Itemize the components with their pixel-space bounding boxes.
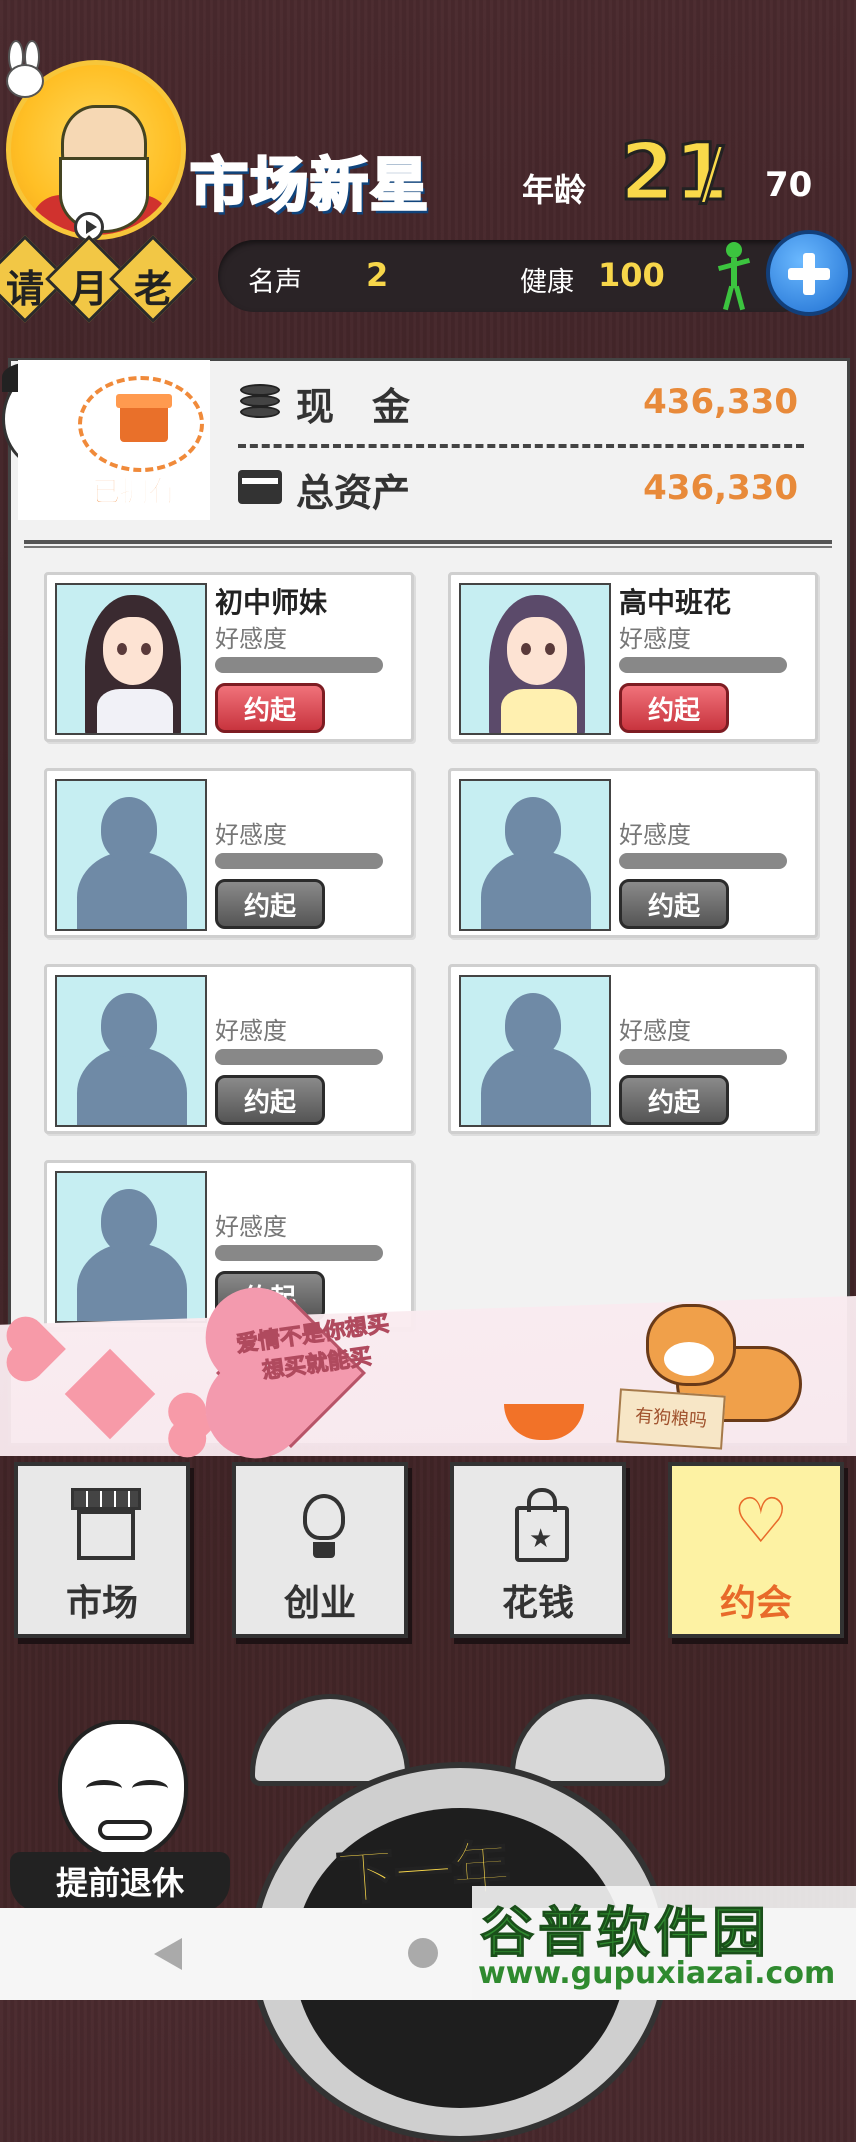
date-button[interactable]: 约起 (215, 683, 325, 733)
locked-silhouette (459, 975, 611, 1127)
favor-bar (215, 1245, 383, 1261)
girl-card[interactable]: 初中师妹 好感度 约起 (44, 572, 414, 742)
ask-char: 老 (133, 267, 172, 311)
fame-value: 2 (366, 256, 389, 294)
box-icon (78, 376, 204, 472)
dog-sign: 有狗粮吗 (616, 1388, 726, 1450)
tab-label: 约会 (719, 1583, 792, 1624)
girl-portrait (55, 583, 207, 735)
shop-icon (71, 1488, 141, 1564)
favor-bar (619, 853, 787, 869)
tab-spend[interactable]: ★ 花钱 (450, 1462, 626, 1638)
divider (238, 444, 804, 448)
assets-label: 总资产 (296, 471, 411, 515)
page-title: 市场新星 (188, 150, 431, 221)
cash-label: 现 金 (296, 385, 411, 429)
ask-char: 月 (69, 267, 108, 311)
favor-label: 好感度 (619, 821, 691, 849)
back-icon[interactable] (154, 1938, 182, 1970)
tab-market[interactable]: 市场 (14, 1462, 190, 1638)
cash-value: 436,330 (643, 382, 798, 422)
coins-icon (240, 384, 280, 424)
watermark-url: www.gupuxiazai.com (478, 1956, 836, 1991)
tab-startup[interactable]: 创业 (232, 1462, 408, 1638)
locked-silhouette (55, 1171, 207, 1323)
shopping-bag-icon: ★ (507, 1488, 577, 1564)
girl-name: 初中师妹 (215, 586, 328, 619)
favor-bar (215, 1049, 383, 1065)
add-health-button[interactable] (766, 230, 852, 316)
favor-bar (619, 1049, 787, 1065)
matchmaker-avatar[interactable] (0, 40, 196, 250)
favor-bar (619, 657, 787, 673)
locked-silhouette (55, 975, 207, 1127)
tab-dating[interactable]: ♡ 约会 (668, 1462, 844, 1638)
health-value: 100 (598, 256, 665, 294)
girl-name: 高中班花 (619, 586, 732, 619)
age-label: 年龄 (522, 171, 587, 209)
girl-portrait (459, 583, 611, 735)
favor-label: 好感度 (215, 821, 287, 849)
owned-tab[interactable]: 已拥有 (18, 360, 210, 520)
girl-card[interactable]: 好感度约起 (44, 768, 414, 938)
assets-value: 436,330 (643, 468, 798, 508)
favor-label: 好感度 (619, 1017, 691, 1045)
favor-bar (215, 657, 383, 673)
girl-card[interactable]: 好感度约起 (448, 768, 818, 938)
girl-card[interactable]: 高中班花 好感度 约起 (448, 572, 818, 742)
favor-label: 好感度 (215, 1017, 287, 1045)
favor-label: 好感度 (215, 1213, 287, 1241)
retire-label: 提前退休 (55, 1864, 184, 1902)
ask-char: 请 (5, 267, 44, 311)
health-figure-icon (714, 240, 754, 312)
owned-label: 已拥有 (91, 475, 177, 509)
date-button[interactable]: 约起 (619, 1075, 729, 1125)
stats-bar: 名声 2 健康 100 (218, 240, 818, 312)
retire-button[interactable]: 提前退休 (10, 1720, 230, 1912)
date-button[interactable]: 约起 (215, 1075, 325, 1125)
home-icon[interactable] (408, 1938, 438, 1968)
card-icon (238, 470, 282, 504)
favor-bar (215, 853, 383, 869)
date-button[interactable]: 约起 (619, 879, 729, 929)
meme-face-icon (58, 1720, 188, 1860)
tab-label: 市场 (65, 1583, 138, 1624)
age-max: 70 (765, 165, 813, 205)
date-button[interactable]: 约起 (619, 683, 729, 733)
ask-matchmaker-button[interactable]: 请 月 老 (0, 235, 200, 323)
tab-label: 花钱 (501, 1583, 574, 1624)
tab-label: 创业 (283, 1583, 356, 1624)
lightbulb-icon (289, 1488, 359, 1564)
divider (24, 540, 832, 548)
favor-label: 好感度 (215, 625, 287, 653)
heart-icon: ♡ (733, 1484, 789, 1557)
rabbit-icon (2, 40, 44, 100)
date-button[interactable]: 约起 (215, 879, 325, 929)
locked-silhouette (459, 779, 611, 931)
girl-card[interactable]: 好感度约起 (44, 964, 414, 1134)
girl-card[interactable]: 好感度约起 (448, 964, 818, 1134)
age-separator: / (699, 131, 726, 216)
fame-label: 名声 (248, 267, 302, 298)
health-label: 健康 (520, 267, 574, 298)
locked-silhouette (55, 779, 207, 931)
favor-label: 好感度 (619, 625, 691, 653)
